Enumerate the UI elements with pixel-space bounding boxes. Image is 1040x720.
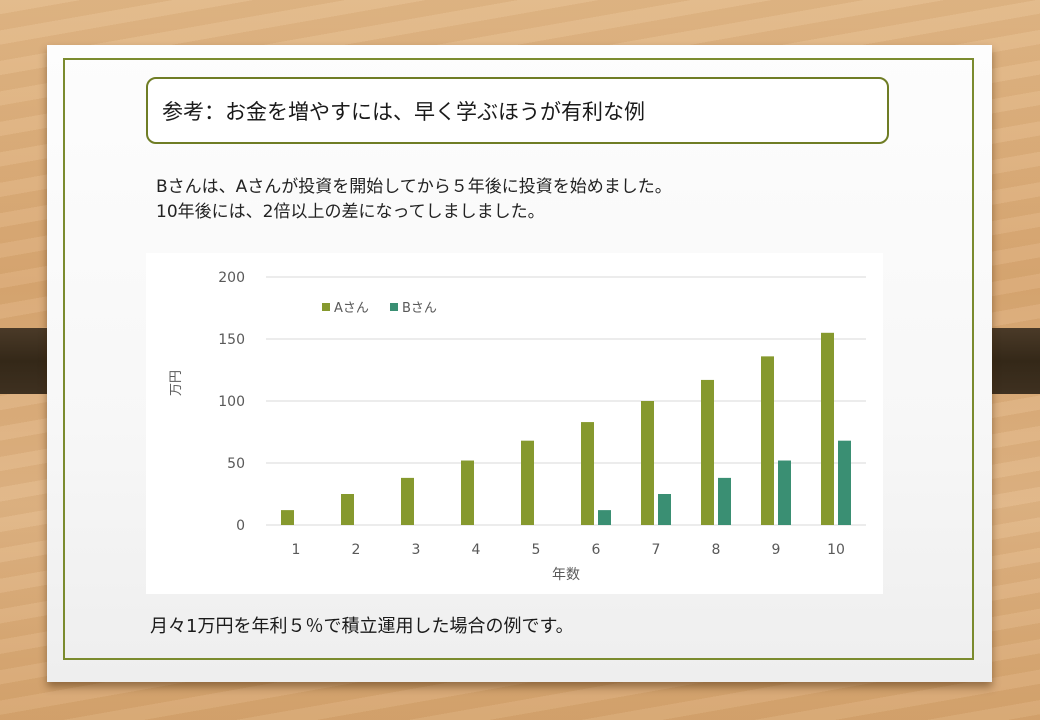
description-line-2: 10年後には、2倍以上の差になってしましました。	[156, 202, 545, 222]
x-tick-label: 5	[532, 542, 541, 558]
title-box: 参考：お金を増やすには、早く学ぶほうが有利な例	[146, 77, 889, 144]
y-axis-label: 万円	[169, 370, 184, 396]
x-tick-label: 4	[472, 542, 481, 558]
chart-panel: 0 50 100 150 200 1 2 3 4 5 6 7 8 9 10 Aさん Bさん 万円 年数	[146, 253, 883, 594]
y-tick-label: 50	[227, 456, 245, 472]
x-tick-label: 3	[412, 542, 421, 558]
bar-b-9	[778, 460, 791, 525]
legend-label-a: Aさん	[334, 301, 369, 316]
description-line-1: Bさんは、Aさんが投資を開始してから５年後に投資を始めました。	[156, 177, 672, 197]
bars	[281, 332, 851, 525]
x-axis-label: 年数	[552, 567, 580, 583]
bar-b-10	[838, 440, 851, 525]
bar-a-5	[521, 440, 534, 525]
x-tick-label: 9	[772, 542, 781, 558]
bar-a-2	[341, 494, 354, 525]
legend: Aさん Bさん	[322, 301, 437, 316]
bar-a-9	[761, 356, 774, 525]
bar-a-4	[461, 460, 474, 525]
y-tick-label: 150	[218, 332, 245, 348]
y-tick-label: 100	[218, 394, 245, 410]
bar-a-10	[821, 332, 834, 525]
x-tick-label: 8	[712, 542, 721, 558]
description: Bさんは、Aさんが投資を開始してから５年後に投資を始めました。 10年後には、2…	[156, 175, 672, 225]
x-tick-label: 1	[292, 542, 301, 558]
x-tick-label: 2	[352, 542, 361, 558]
bar-a-1	[281, 510, 294, 525]
bar-a-3	[401, 477, 414, 525]
bar-b-7	[658, 494, 671, 525]
x-tick-labels: 1 2 3 4 5 6 7 8 9 10	[292, 542, 845, 558]
footnote: 月々1万円を年利５％で積立運用した場合の例です。	[150, 616, 574, 637]
legend-label-b: Bさん	[402, 301, 437, 316]
bar-b-8	[718, 477, 731, 525]
y-tick-labels: 0 50 100 150 200	[218, 270, 245, 534]
x-tick-label: 10	[827, 542, 845, 558]
bar-a-6	[581, 422, 594, 525]
bar-a-7	[641, 401, 654, 525]
bar-a-8	[701, 379, 714, 525]
bar-b-6	[598, 510, 611, 525]
bar-chart: 0 50 100 150 200 1 2 3 4 5 6 7 8 9 10 Aさん Bさん 万円 年数	[169, 270, 866, 583]
x-tick-label: 6	[592, 542, 601, 558]
page-title: 参考：お金を増やすには、早く学ぶほうが有利な例	[162, 99, 645, 124]
y-tick-label: 0	[236, 518, 245, 534]
legend-swatch-b	[390, 303, 398, 311]
legend-swatch-a	[322, 303, 330, 311]
x-tick-label: 7	[652, 542, 661, 558]
y-tick-label: 200	[218, 270, 245, 286]
